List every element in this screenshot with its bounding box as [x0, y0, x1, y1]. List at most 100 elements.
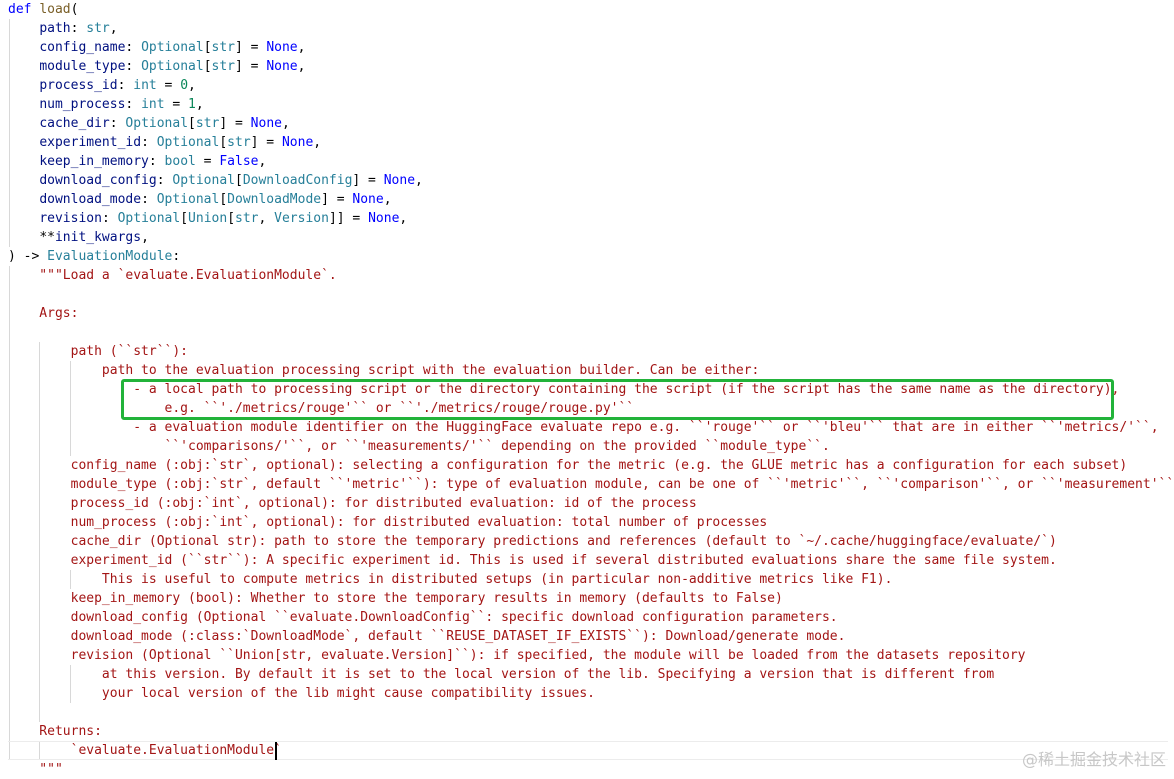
param-name: path: [39, 21, 71, 36]
docstring-line: download_mode (:class:`DownloadMode`, de…: [8, 627, 846, 646]
code-editor[interactable]: def load( path: str, config_name: Option…: [0, 0, 1174, 777]
code-token: =: [156, 78, 181, 93]
code-token: =: [195, 154, 220, 169]
punct-token: (: [70, 2, 79, 17]
type-token: Optional: [141, 40, 204, 55]
code-token: :: [117, 78, 134, 93]
param-name: init_kwargs: [54, 230, 142, 245]
param-name: process_id: [39, 78, 118, 93]
type-token: Union: [188, 211, 228, 226]
param-name: download_config: [39, 173, 157, 188]
punct-token: ]]: [328, 211, 345, 226]
docstring-text: path to the evaluation processing script…: [8, 363, 760, 378]
type-token: str: [235, 211, 259, 226]
docstring-text: revision (Optional ``Union[str, evaluate…: [8, 648, 1026, 663]
docstring-text: This is useful to compute metrics in dis…: [8, 572, 893, 587]
docstring-text: experiment_id (``str``): A specific expe…: [8, 553, 1057, 568]
type-token: Optional: [125, 116, 189, 131]
type-token: Optional: [156, 135, 220, 150]
code-token: ,: [195, 97, 204, 112]
code-token: :: [125, 40, 142, 55]
param-line: cache_dir: Optional[str] = None,: [8, 114, 290, 133]
punct-token: [: [227, 211, 236, 226]
return-type: EvaluationModule: [47, 249, 173, 264]
param-line: num_process: int = 1,: [8, 95, 204, 114]
code-token: ,: [281, 116, 290, 131]
code-token: ,: [399, 211, 408, 226]
docstring-text: config_name (:obj:`str`, optional): sele…: [8, 458, 1128, 473]
code-token: ,: [383, 192, 392, 207]
docstring-text: process_id (:obj:`int`, optional): for d…: [8, 496, 697, 511]
punct-token: **: [39, 230, 55, 245]
default-value: None: [266, 59, 298, 74]
docstring-line: num_process (:obj:`int`, optional): for …: [8, 513, 768, 532]
default-value: None: [266, 40, 298, 55]
param-line: path: str,: [8, 19, 118, 38]
code-token: =: [164, 97, 189, 112]
code-token: =: [242, 59, 267, 74]
param-name: experiment_id: [39, 135, 142, 150]
param-line: module_type: Optional[str] = None,: [8, 57, 305, 76]
default-value: None: [352, 192, 384, 207]
punct-token: [: [180, 211, 189, 226]
default-value: None: [250, 116, 282, 131]
docstring-line: `evaluate.EvaluationModule`: [8, 741, 282, 760]
code-token: :: [125, 97, 142, 112]
docstring-text: Returns:: [8, 724, 102, 739]
type-token: DownloadConfig: [242, 173, 353, 188]
default-value: None: [368, 211, 400, 226]
function-name: load: [39, 2, 71, 17]
docstring-line: your local version of the lib might caus…: [8, 684, 595, 703]
punct-token: ) ->: [8, 249, 48, 264]
type-token: str: [211, 40, 235, 55]
def-keyword: def: [8, 2, 32, 17]
docstring-line: Returns:: [8, 722, 102, 741]
code-token: :: [141, 135, 157, 150]
punct-token: [: [235, 173, 243, 188]
docstring-line: revision (Optional ``Union[str, evaluate…: [8, 646, 1026, 665]
punct-token: [: [203, 59, 212, 74]
param-name: download_mode: [39, 192, 142, 207]
docstring-line: download_config (Optional ``evaluate.Dow…: [8, 608, 838, 627]
docstring-text: Args:: [8, 306, 79, 321]
type-token: Optional: [156, 192, 220, 207]
param-name: cache_dir: [39, 116, 110, 131]
code-token: =: [344, 211, 369, 226]
type-token: int: [141, 97, 165, 112]
code-token: ,: [109, 21, 118, 36]
punct-token: [: [203, 40, 212, 55]
code-token: =: [258, 135, 282, 150]
type-token: str: [86, 21, 110, 36]
type-token: bool: [164, 154, 196, 169]
docstring-line: config_name (:obj:`str`, optional): sele…: [8, 456, 1128, 475]
punct-token: [: [219, 192, 228, 207]
punct-token: ]: [219, 116, 228, 131]
docstring-text: - a evaluation module identifier on the …: [8, 420, 1159, 435]
docstring-line: path (``str``):: [8, 342, 188, 361]
docstring-line: - a evaluation module identifier on the …: [8, 418, 1159, 437]
docstring-line: keep_in_memory (bool): Whether to store …: [8, 589, 783, 608]
punct-token: ]: [321, 192, 329, 207]
type-token: int: [133, 78, 157, 93]
punct-token: ]: [235, 40, 243, 55]
punct-token: [: [188, 116, 196, 131]
watermark: @稀土掘金技术社区: [1021, 750, 1166, 769]
type-token: DownloadMode: [227, 192, 322, 207]
type-token: str: [211, 59, 235, 74]
return-line: ) -> EvaluationModule:: [8, 247, 180, 266]
code-token: :: [101, 211, 118, 226]
param-line: download_mode: Optional[DownloadMode] = …: [8, 190, 392, 209]
docstring-text: num_process (:obj:`int`, optional): for …: [8, 515, 768, 530]
docstring-text: ``'comparisons/'``, or ``'measurements/'…: [8, 439, 830, 454]
code-token: :: [70, 21, 87, 36]
param-name: revision: [39, 211, 102, 226]
code-token: :: [156, 173, 173, 188]
code-token: =: [328, 192, 353, 207]
